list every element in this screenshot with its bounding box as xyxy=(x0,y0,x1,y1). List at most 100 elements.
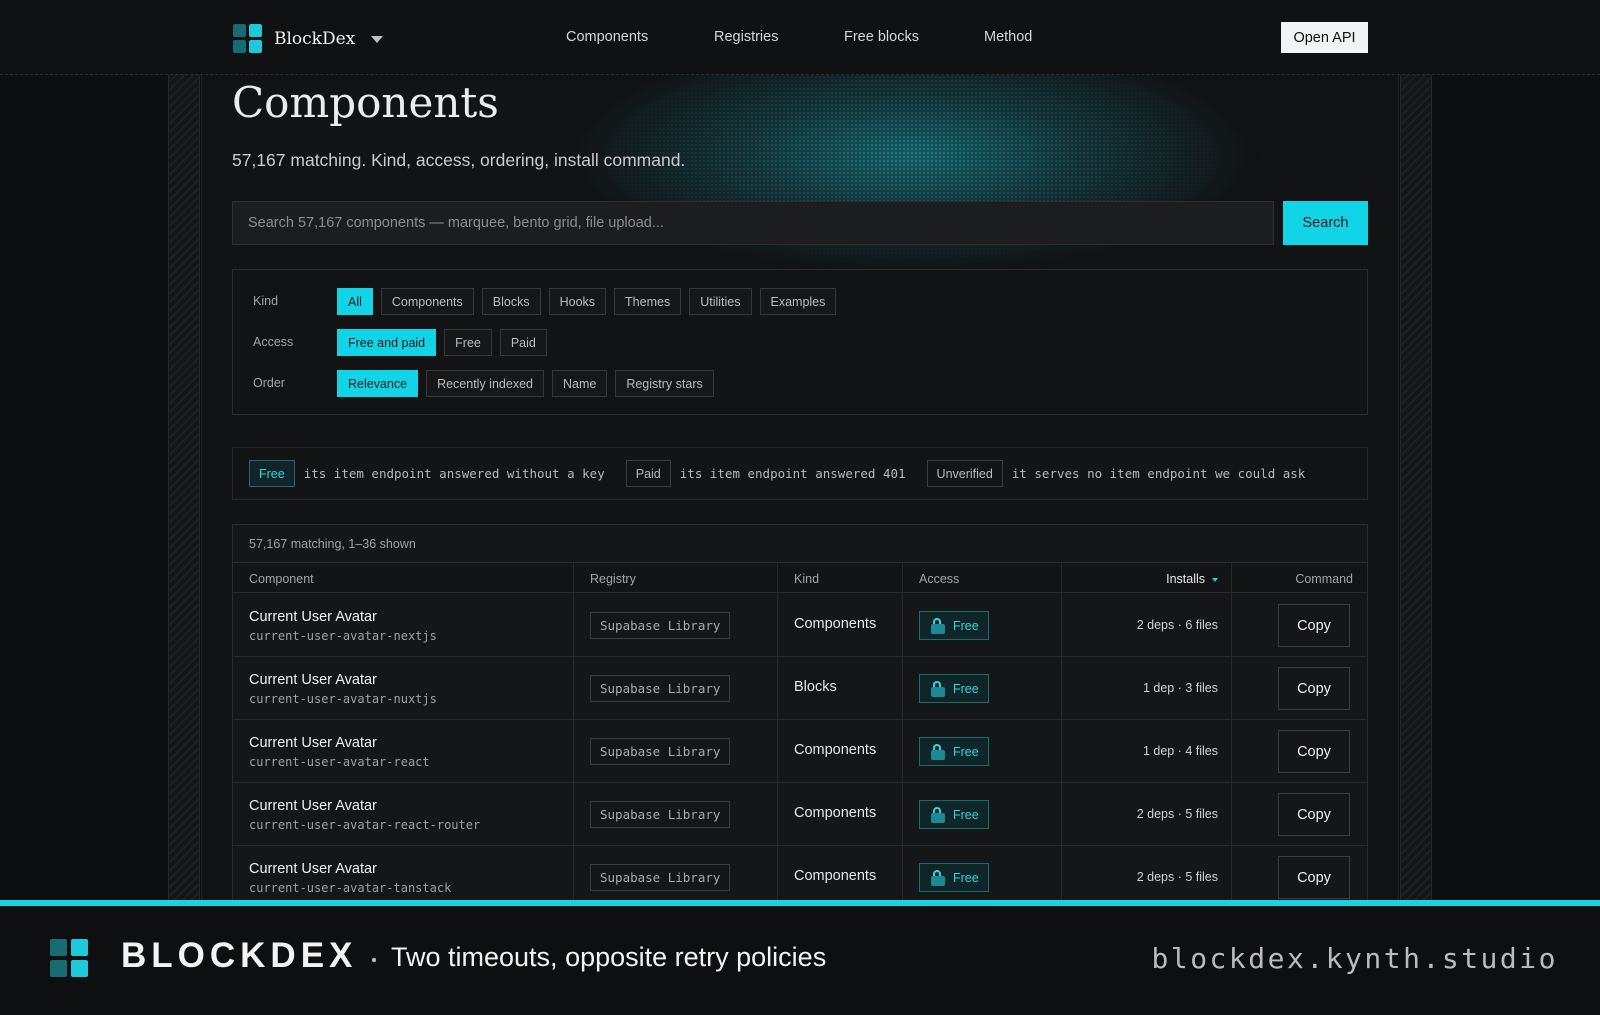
chip-kind-components[interactable]: Components xyxy=(380,288,474,315)
chip-access-free[interactable]: Free xyxy=(444,329,492,356)
kind-value: Blocks xyxy=(794,679,837,695)
component-name[interactable]: Current User Avatar xyxy=(249,861,377,877)
nav-method[interactable]: Method xyxy=(984,29,1032,45)
table-row[interactable]: Current User Avatar current-user-avatar-n… xyxy=(233,657,1367,720)
access-legend: Free its item endpoint answered without … xyxy=(232,447,1368,500)
table-row[interactable]: Current User Avatar current-user-avatar-n… xyxy=(233,594,1367,657)
installs-value: 1 dep · 4 files xyxy=(1142,744,1218,758)
table-row[interactable]: Current User Avatar current-user-avatar-r… xyxy=(233,720,1367,783)
chip-kind-all[interactable]: All xyxy=(337,288,373,315)
copy-command-button[interactable]: Copy xyxy=(1278,730,1350,773)
legend-text-unverified: it serves no item endpoint we could ask xyxy=(1011,466,1306,481)
access-chips: Free and paid Free Paid xyxy=(337,329,547,356)
installs-value: 1 dep · 3 files xyxy=(1142,681,1218,695)
chip-kind-themes[interactable]: Themes xyxy=(614,288,682,315)
nav-free-blocks[interactable]: Free blocks xyxy=(844,29,919,45)
banner-tagline: Two timeouts, opposite retry policies xyxy=(391,942,827,972)
access-badge: Free xyxy=(919,800,989,829)
page-subtitle: 57,167 matching. Kind, access, ordering,… xyxy=(232,150,686,170)
registry-badge[interactable]: Supabase Library xyxy=(590,675,731,702)
registry-badge[interactable]: Supabase Library xyxy=(590,738,731,765)
copy-command-button[interactable]: Copy xyxy=(1278,793,1350,836)
legend-badge-paid: Paid xyxy=(625,460,671,487)
chip-kind-blocks[interactable]: Blocks xyxy=(481,288,541,315)
filter-panel: Kind All Components Blocks Hooks Themes … xyxy=(232,269,1368,415)
search-placeholder: Search 57,167 components — marquee, bent… xyxy=(248,215,664,231)
caret-down-icon[interactable] xyxy=(371,36,384,43)
brand-menu[interactable]: BlockDex xyxy=(233,24,384,53)
nav-components[interactable]: Components xyxy=(566,29,648,45)
components-table: 57,167 matching, 1–36 shown Component Re… xyxy=(232,524,1368,900)
access-value: Free xyxy=(953,681,979,696)
chip-kind-hooks[interactable]: Hooks xyxy=(548,288,607,315)
chip-kind-examples[interactable]: Examples xyxy=(759,288,837,315)
access-badge: Free xyxy=(919,737,989,766)
open-api-button[interactable]: Open API xyxy=(1281,22,1368,53)
chip-order-name[interactable]: Name xyxy=(551,370,608,397)
filter-label-access: Access xyxy=(253,335,294,349)
chip-order-relevance[interactable]: Relevance xyxy=(337,370,419,397)
component-slug: current-user-avatar-nextjs xyxy=(249,629,437,643)
col-registry[interactable]: Registry xyxy=(590,572,636,586)
kind-value: Components xyxy=(794,868,877,884)
chip-kind-utilities[interactable]: Utilities xyxy=(689,288,752,315)
component-slug: current-user-avatar-react-router xyxy=(249,818,481,832)
chip-order-registry-stars[interactable]: Registry stars xyxy=(615,370,714,397)
unlock-icon xyxy=(931,743,945,760)
legend-badge-free: Free xyxy=(249,460,295,487)
left-frame-stripe xyxy=(168,75,200,900)
access-badge: Free xyxy=(919,674,989,703)
installs-value: 2 deps · 5 files xyxy=(1136,870,1218,884)
component-name[interactable]: Current User Avatar xyxy=(249,798,377,814)
access-value: Free xyxy=(953,744,979,759)
unlock-icon xyxy=(931,869,945,886)
chip-access-free-and-paid[interactable]: Free and paid xyxy=(337,329,437,356)
component-name[interactable]: Current User Avatar xyxy=(249,609,377,625)
table-header: Component Registry Kind Access Installs … xyxy=(233,562,1367,593)
registry-badge[interactable]: Supabase Library xyxy=(590,612,731,639)
col-access[interactable]: Access xyxy=(919,572,959,586)
nav-registries[interactable]: Registries xyxy=(714,29,778,45)
registry-badge[interactable]: Supabase Library xyxy=(590,801,731,828)
copy-command-button[interactable]: Copy xyxy=(1278,856,1350,899)
filter-label-order: Order xyxy=(253,376,285,390)
col-installs-label: Installs xyxy=(1166,572,1205,586)
kind-chips: All Components Blocks Hooks Themes Utili… xyxy=(337,288,837,315)
banner-brand: BLOCKDEX xyxy=(121,936,358,975)
table-count: 57,167 matching, 1–36 shown xyxy=(249,537,416,551)
kind-value: Components xyxy=(794,805,877,821)
component-slug: current-user-avatar-react xyxy=(249,755,430,769)
access-badge: Free xyxy=(919,863,989,892)
col-kind[interactable]: Kind xyxy=(794,572,819,586)
page-title: Components xyxy=(232,78,499,127)
brand-name: BlockDex xyxy=(274,28,356,49)
access-value: Free xyxy=(953,807,979,822)
blockdex-logo-icon xyxy=(233,24,262,53)
blockdex-logo-icon xyxy=(50,939,88,977)
kind-value: Components xyxy=(794,742,877,758)
search-input[interactable]: Search 57,167 components — marquee, bent… xyxy=(232,201,1274,245)
search-button[interactable]: Search xyxy=(1283,201,1368,245)
table-row[interactable]: Current User Avatar current-user-avatar-t… xyxy=(233,846,1367,900)
chip-order-recently-indexed[interactable]: Recently indexed xyxy=(426,370,544,397)
component-slug: current-user-avatar-tanstack xyxy=(249,881,452,895)
kind-value: Components xyxy=(794,616,877,632)
copy-command-button[interactable]: Copy xyxy=(1278,667,1350,710)
access-value: Free xyxy=(953,618,979,633)
hero-glow-noise xyxy=(562,75,1262,275)
registry-badge[interactable]: Supabase Library xyxy=(590,864,731,891)
col-component[interactable]: Component xyxy=(249,572,314,586)
footer-banner: BLOCKDEX Two timeouts, opposite retry po… xyxy=(0,906,1600,1015)
top-nav-bar: BlockDex Components Registries Free bloc… xyxy=(0,0,1600,75)
col-installs[interactable]: Installs xyxy=(1166,572,1218,586)
unlock-icon xyxy=(931,806,945,823)
component-slug: current-user-avatar-nuxtjs xyxy=(249,692,437,706)
component-name[interactable]: Current User Avatar xyxy=(249,672,377,688)
copy-command-button[interactable]: Copy xyxy=(1278,604,1350,647)
sort-desc-icon xyxy=(1212,578,1218,582)
col-command: Command xyxy=(1295,572,1353,586)
table-row[interactable]: Current User Avatar current-user-avatar-r… xyxy=(233,783,1367,846)
installs-value: 2 deps · 6 files xyxy=(1136,618,1218,632)
component-name[interactable]: Current User Avatar xyxy=(249,735,377,751)
chip-access-paid[interactable]: Paid xyxy=(499,329,547,356)
